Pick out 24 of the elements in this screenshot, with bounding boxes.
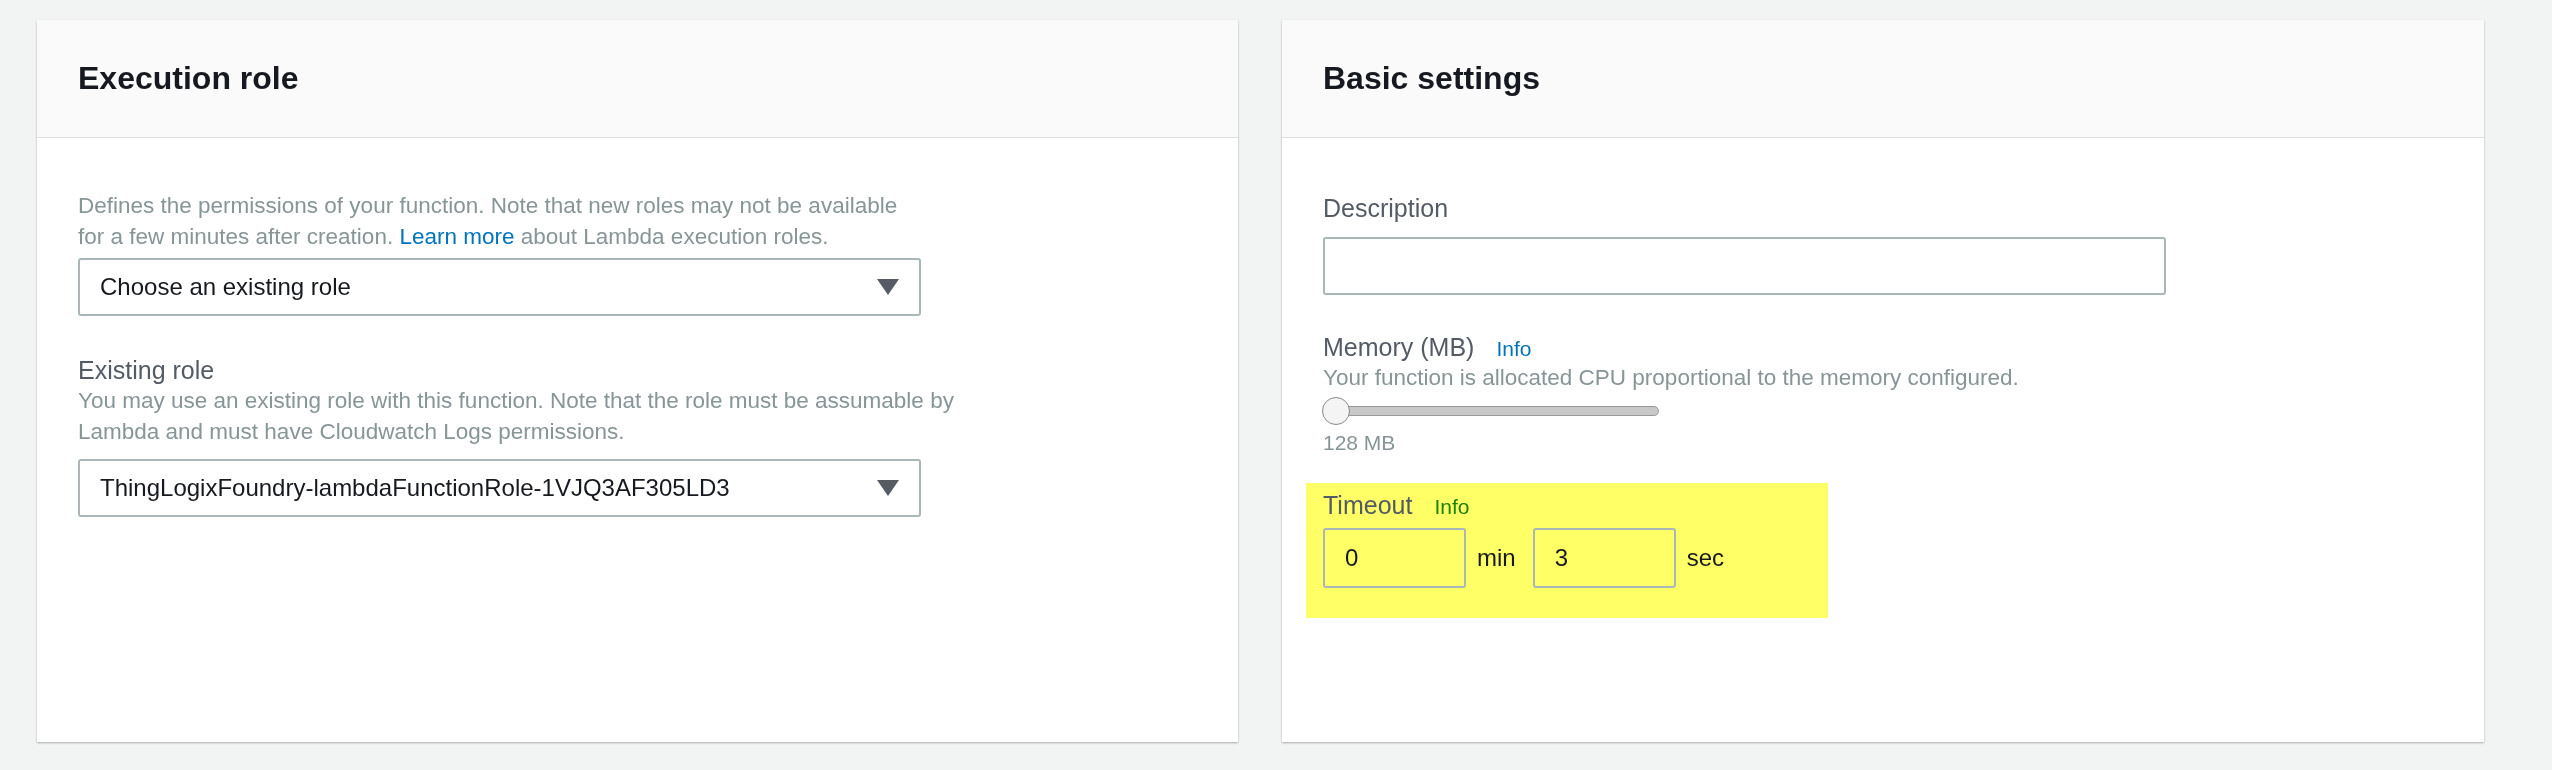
unit-label: min <box>1477 544 1516 572</box>
role-dropdown[interactable]: Choose an existing role <box>78 258 921 316</box>
description-input-field[interactable] <box>1323 237 2166 295</box>
caret-icon <box>877 279 899 295</box>
field-label: Timeout <box>1323 491 1413 520</box>
unit-label: sec <box>1686 544 1725 572</box>
timeout-input-field[interactable]: 3 <box>1532 528 1676 588</box>
memory-reading: 128 MB <box>1323 431 1397 455</box>
field-label: Memory (MB) <box>1323 333 1475 362</box>
field-label: Existing role <box>78 356 216 385</box>
timeout-input-field[interactable]: 0 <box>1323 528 1466 588</box>
info-link[interactable]: Info <box>1434 495 1470 519</box>
slider-thumb[interactable] <box>1322 397 1350 425</box>
existing-role-dropdown[interactable]: ThingLogixFoundry-lambdaFunctionRole-1VJQ3AF305LD3 <box>78 459 921 517</box>
card-title: Basic settings <box>1323 60 1540 97</box>
field-hint: You may use an existing role with this function. Note that the role must be assumable by Lambda and must have Cloudwatch Logs permissions. <box>78 387 955 446</box>
info-link[interactable]: Info <box>1496 337 1532 361</box>
caret-icon <box>877 480 899 496</box>
field-label: Description <box>1323 194 1450 223</box>
learn-more-link[interactable]: Learn more <box>399 224 515 249</box>
memory-slider-track[interactable] <box>1323 397 1659 425</box>
description-text: Defines the permissions of your function. Note that new roles may not be available for a few minutes after creation. Learn more about Lambda execution roles. <box>78 192 899 251</box>
field-hint: Your function is allocated CPU proportional to the memory configured. <box>1323 364 2020 392</box>
card-title: Execution role <box>78 60 299 97</box>
